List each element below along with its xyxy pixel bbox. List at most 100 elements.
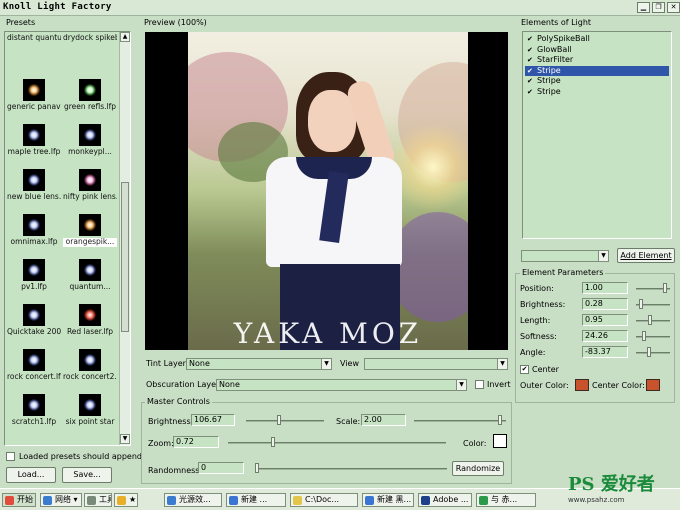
presets-scrollbar[interactable]: ▲ ▼ <box>119 32 130 445</box>
preset-thumbnail <box>23 214 45 236</box>
taskbar-item[interactable]: ★ ▾ <box>114 493 138 507</box>
preset-thumbnail <box>23 79 45 101</box>
softness-thumb[interactable] <box>642 331 646 341</box>
randomness-thumb[interactable] <box>255 463 259 473</box>
element-list-item[interactable]: ✔ PolySpikeBall <box>525 34 669 44</box>
presets-list[interactable]: distant quantum.lfpdrydock spikeball.lfp… <box>4 31 131 446</box>
load-button[interactable]: Load... <box>6 467 56 483</box>
scale-slider[interactable] <box>414 420 506 422</box>
master-brightness-slider[interactable] <box>246 420 324 422</box>
element-label: GlowBall <box>537 44 572 54</box>
element-list-item[interactable]: ✔ StarFilter <box>525 55 669 65</box>
preset-item[interactable]: rock concert2.lfp <box>63 349 117 382</box>
length-slider[interactable] <box>636 320 670 322</box>
restore-button[interactable]: ❐ <box>652 2 665 13</box>
center-checkbox[interactable]: ✔ <box>520 365 529 374</box>
zoom-slider[interactable] <box>228 442 446 444</box>
randomize-button[interactable]: Randomize <box>452 461 504 476</box>
randomness-slider[interactable] <box>255 468 447 470</box>
scale-thumb[interactable] <box>497 415 502 425</box>
taskbar-item[interactable]: 光源效... <box>164 493 222 507</box>
angle-field[interactable]: -83.37 <box>582 346 628 358</box>
add-element-button[interactable]: Add Element <box>617 248 675 263</box>
preset-item[interactable]: drydock spikeball.lfp <box>63 34 117 43</box>
taskbar-item-label: 光源效... <box>179 495 211 504</box>
close-button[interactable]: ✕ <box>667 2 680 13</box>
element-enabled-checkbox[interactable]: ✔ <box>527 67 535 75</box>
invert-checkbox[interactable] <box>475 380 484 389</box>
preview-canvas[interactable]: YAKA MOZ <box>145 32 508 350</box>
preset-item[interactable]: omnimax.lfp <box>7 214 61 247</box>
elements-list[interactable]: ✔ PolySpikeBall ✔ GlowBall ✔ StarFilter ✔ Strip… <box>522 31 672 239</box>
angle-slider[interactable] <box>636 352 670 354</box>
preset-item[interactable]: Red laser.lfp <box>63 304 117 337</box>
preset-item[interactable]: orangespik... <box>63 214 117 247</box>
outer-color-swatch[interactable] <box>575 379 589 391</box>
taskbar-item[interactable]: 新建 黑... <box>362 493 414 507</box>
param-brightness-thumb[interactable] <box>639 299 643 309</box>
element-list-item[interactable]: ✔ Stripe <box>525 65 669 76</box>
element-type-select[interactable]: ▼ <box>521 250 609 262</box>
preset-label: six point star <box>65 418 115 426</box>
length-field[interactable]: 0.95 <box>582 314 628 326</box>
append-checkbox[interactable] <box>6 452 15 461</box>
taskbar-item[interactable]: Adobe ... <box>418 493 472 507</box>
preset-item[interactable]: generic panavisio... <box>7 79 61 112</box>
element-enabled-checkbox[interactable]: ✔ <box>527 88 535 96</box>
center-color-swatch[interactable] <box>646 379 660 391</box>
position-field[interactable]: 1.00 <box>582 282 628 294</box>
master-brightness-field[interactable]: 106.67 <box>191 414 235 426</box>
taskbar-item[interactable]: 网络 ▾ <box>40 493 82 507</box>
element-list-item[interactable]: ✔ Stripe <box>525 87 669 97</box>
element-enabled-checkbox[interactable]: ✔ <box>527 35 535 43</box>
master-brightness-thumb[interactable] <box>277 415 282 425</box>
preset-label: Quicktake 200.lfp <box>7 328 61 336</box>
start-button[interactable]: 开始 <box>2 493 36 507</box>
scroll-thumb[interactable] <box>121 182 129 332</box>
preset-item[interactable]: new blue lens.lfp <box>7 169 61 202</box>
preset-item[interactable]: six point star <box>63 394 117 427</box>
preset-item[interactable]: scratch1.lfp <box>7 394 61 427</box>
app-icon <box>43 496 52 505</box>
element-enabled-checkbox[interactable]: ✔ <box>527 46 535 54</box>
element-list-item[interactable]: ✔ GlowBall <box>525 45 669 55</box>
taskbar-item[interactable]: 与 赤... <box>476 493 536 507</box>
tint-layer-select[interactable]: None ▼ <box>186 358 332 370</box>
save-button[interactable]: Save... <box>62 467 112 483</box>
preset-item[interactable]: green refls.lfp <box>63 79 117 112</box>
preset-item[interactable]: maple tree.lfp <box>7 124 61 157</box>
preset-label: rock concert2.lfp <box>63 373 117 381</box>
zoom-field[interactable]: 0.72 <box>173 436 219 448</box>
preset-item[interactable]: nifty pink lens.lfp <box>63 169 117 202</box>
position-thumb[interactable] <box>663 283 667 293</box>
preset-item[interactable]: pv1.lfp <box>7 259 61 292</box>
scale-field[interactable]: 2.00 <box>361 414 406 426</box>
chevron-down-icon: ▼ <box>497 359 507 369</box>
obscuration-layer-select[interactable]: None ▼ <box>216 379 467 391</box>
randomness-field[interactable]: 0 <box>198 462 244 474</box>
element-enabled-checkbox[interactable]: ✔ <box>527 77 535 85</box>
master-color-swatch[interactable] <box>493 434 507 448</box>
element-enabled-checkbox[interactable]: ✔ <box>527 56 535 64</box>
angle-thumb[interactable] <box>646 347 651 357</box>
app-icon <box>293 496 302 505</box>
preset-thumbnail <box>23 169 45 191</box>
preset-item[interactable]: quantum... <box>63 259 117 292</box>
length-thumb[interactable] <box>648 315 652 325</box>
element-list-item[interactable]: ✔ Stripe <box>525 76 669 86</box>
taskbar-item[interactable]: 工具 ▾ <box>84 493 112 507</box>
app-icon <box>365 496 374 505</box>
param-brightness-field[interactable]: 0.28 <box>582 298 628 310</box>
softness-field[interactable]: 24.26 <box>582 330 628 342</box>
preset-item[interactable]: Quicktake 200.lfp <box>7 304 61 337</box>
preset-item[interactable]: monkeypl... <box>63 124 117 157</box>
scroll-down-arrow-icon[interactable]: ▼ <box>120 434 130 444</box>
view-select[interactable]: ▼ <box>364 358 508 370</box>
zoom-thumb[interactable] <box>270 437 275 447</box>
taskbar-item[interactable]: 新建 ... <box>226 493 286 507</box>
taskbar-item[interactable]: C:\Doc... <box>290 493 358 507</box>
minimize-button[interactable]: ▁ <box>637 2 650 13</box>
preset-item[interactable]: rock concert.lfp <box>7 349 61 382</box>
preset-item[interactable]: distant quantum.lfp <box>7 34 61 43</box>
scroll-up-arrow-icon[interactable]: ▲ <box>120 32 130 42</box>
